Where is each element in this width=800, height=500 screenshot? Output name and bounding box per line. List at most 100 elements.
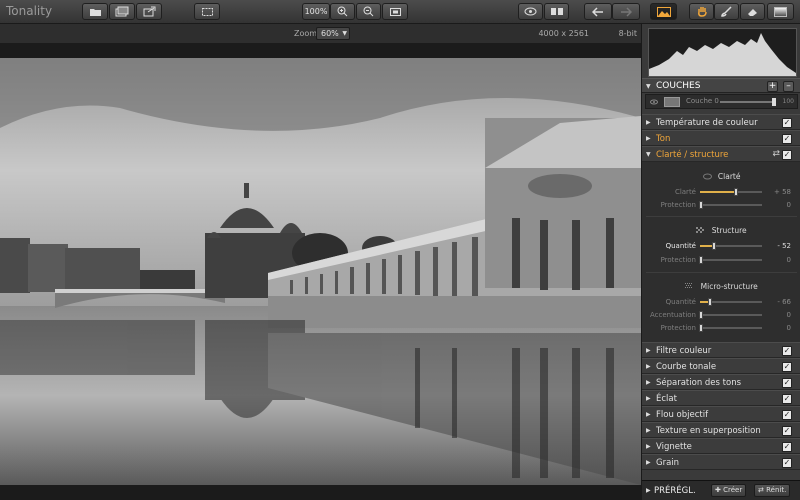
photo bbox=[0, 58, 641, 485]
bit-depth: 8-bit bbox=[618, 29, 637, 38]
zoom-in-icon bbox=[337, 6, 348, 17]
section-clarity-structure[interactable]: ▼ Clarté / structure ⇄ ✓ bbox=[642, 146, 800, 162]
section-lens-blur[interactable]: ▶ Flou objectif ✓ bbox=[642, 406, 800, 422]
section-checkbox[interactable]: ✓ bbox=[782, 410, 792, 420]
structure-quantity-slider[interactable] bbox=[700, 242, 762, 250]
info-bar: Zoom 60% ▼ 4000 x 2561 8-bit bbox=[0, 24, 641, 43]
section-split-toning[interactable]: ▶ Séparation des tons ✓ bbox=[642, 374, 800, 390]
layers-header[interactable]: ▼ COUCHES + – bbox=[642, 78, 800, 93]
undo-icon bbox=[592, 6, 603, 17]
section-label: Température de couleur bbox=[656, 118, 758, 128]
presets-title: PRÉRÉGL. bbox=[654, 486, 696, 496]
clarte-knob[interactable] bbox=[734, 188, 738, 196]
section-vignette[interactable]: ▶ Vignette ✓ bbox=[642, 438, 800, 454]
reset-preset-button[interactable]: ⇄ Rénit. bbox=[754, 484, 791, 497]
layer-row[interactable]: Couche 0 100 bbox=[645, 94, 798, 109]
layer-opacity-value: 100 bbox=[782, 98, 794, 105]
clarte-slider[interactable] bbox=[700, 188, 762, 196]
clarte-value: + 58 bbox=[774, 188, 791, 196]
micro-quantity-knob[interactable] bbox=[708, 298, 712, 306]
gradient-tool-button[interactable] bbox=[767, 3, 794, 20]
section-ton[interactable]: ▶ Ton ✓ bbox=[642, 130, 800, 146]
section-checkbox[interactable]: ✓ bbox=[782, 118, 792, 128]
section-checkbox[interactable]: ✓ bbox=[782, 134, 792, 144]
gradient-icon bbox=[774, 6, 787, 17]
section-checkbox[interactable]: ✓ bbox=[782, 150, 792, 160]
eye-icon bbox=[702, 173, 712, 180]
structure-title: Structure bbox=[642, 226, 800, 235]
section-label: Éclat bbox=[656, 394, 677, 404]
reset-icon: ⇄ bbox=[758, 486, 767, 494]
texture-icon bbox=[696, 227, 705, 233]
section-checkbox[interactable]: ✓ bbox=[782, 346, 792, 356]
micro-protection-slider[interactable] bbox=[699, 324, 762, 332]
zoom-label: Zoom bbox=[294, 29, 318, 38]
adjustments-panel: ▼ COUCHES + – Couche 0 100 ▶ Température… bbox=[641, 24, 800, 500]
zoom-in-button[interactable] bbox=[330, 3, 355, 20]
layer-opacity-knob[interactable] bbox=[772, 98, 776, 106]
hand-tool-button[interactable] bbox=[689, 3, 714, 20]
section-temperature[interactable]: ▶ Température de couleur ✓ bbox=[642, 114, 800, 130]
section-glow[interactable]: ▶ Éclat ✓ bbox=[642, 390, 800, 406]
preview-button[interactable] bbox=[518, 3, 543, 20]
image-view-button[interactable] bbox=[650, 3, 677, 20]
compare-button[interactable] bbox=[544, 3, 569, 20]
create-preset-button[interactable]: ✚ Créer bbox=[711, 484, 747, 497]
micro-title: Micro-structure bbox=[642, 282, 800, 291]
berlin-cathedral-photo bbox=[0, 58, 641, 485]
remove-layer-button[interactable]: – bbox=[783, 81, 794, 92]
image-canvas[interactable] bbox=[0, 43, 641, 500]
layer-opacity-slider[interactable] bbox=[720, 101, 776, 103]
section-checkbox[interactable]: ✓ bbox=[782, 442, 792, 452]
zoom-out-icon bbox=[363, 6, 374, 17]
app-title: Tonality bbox=[6, 4, 53, 18]
section-tone-curve[interactable]: ▶ Courbe tonale ✓ bbox=[642, 358, 800, 374]
micro-quantity-slider[interactable] bbox=[700, 298, 762, 306]
eye-icon[interactable] bbox=[650, 98, 658, 106]
crop-button[interactable] bbox=[194, 3, 220, 20]
micro-accent-slider[interactable] bbox=[699, 311, 762, 319]
divider bbox=[646, 216, 797, 217]
structure-protection-slider[interactable] bbox=[699, 256, 762, 264]
clarte-fill bbox=[700, 191, 736, 193]
fit-screen-button[interactable] bbox=[382, 3, 408, 20]
section-color-filter[interactable]: ▶ Filtre couleur ✓ bbox=[642, 342, 800, 358]
eraser-tool-button[interactable] bbox=[740, 3, 765, 20]
main-toolbar: Tonality 100% bbox=[0, 0, 800, 24]
section-grain[interactable]: ▶ Grain ✓ bbox=[642, 454, 800, 470]
section-texture-overlay[interactable]: ▶ Texture en superposition ✓ bbox=[642, 422, 800, 438]
clarte-protection-knob[interactable] bbox=[699, 201, 703, 209]
section-checkbox[interactable]: ✓ bbox=[782, 394, 792, 404]
clarte-title-text: Clarté bbox=[717, 172, 741, 181]
triangle-right-icon[interactable]: ▶ bbox=[646, 487, 651, 494]
zoom-out-button[interactable] bbox=[356, 3, 381, 20]
redo-button[interactable] bbox=[612, 3, 640, 20]
zoom-100-button[interactable]: 100% bbox=[302, 3, 330, 20]
structure-protection-knob[interactable] bbox=[699, 256, 703, 264]
share-button[interactable] bbox=[136, 3, 162, 20]
chevron-down-icon: ▼ bbox=[342, 30, 347, 37]
micro-protection-knob[interactable] bbox=[699, 324, 703, 332]
browse-button[interactable] bbox=[109, 3, 135, 20]
section-checkbox[interactable]: ✓ bbox=[782, 458, 792, 468]
undo-button[interactable] bbox=[584, 3, 612, 20]
triangle-down-icon: ▼ bbox=[646, 151, 651, 158]
add-layer-button[interactable]: + bbox=[767, 81, 778, 92]
structure-quantity-knob[interactable] bbox=[712, 242, 716, 250]
open-file-button[interactable] bbox=[82, 3, 108, 20]
presets-bar: ▶ PRÉRÉGL. ✚ Créer ⇄ Rénit. bbox=[642, 480, 800, 500]
clarte-protection-slider[interactable] bbox=[699, 201, 762, 209]
section-checkbox[interactable]: ✓ bbox=[782, 378, 792, 388]
brush-tool-button[interactable] bbox=[714, 3, 739, 20]
clarte-protection-label: Protection bbox=[660, 201, 696, 209]
zoom-select[interactable]: 60% ▼ bbox=[316, 27, 350, 40]
micro-quantity-value: - 66 bbox=[777, 298, 791, 306]
triangle-down-icon: ▼ bbox=[646, 83, 651, 90]
micro-accent-knob[interactable] bbox=[699, 311, 703, 319]
clarte-protection-value: 0 bbox=[786, 201, 791, 209]
share-icon bbox=[143, 6, 155, 17]
reset-icon[interactable]: ⇄ bbox=[772, 149, 780, 159]
section-checkbox[interactable]: ✓ bbox=[782, 362, 792, 372]
section-checkbox[interactable]: ✓ bbox=[782, 426, 792, 436]
micro-title-text: Micro-structure bbox=[700, 282, 758, 291]
